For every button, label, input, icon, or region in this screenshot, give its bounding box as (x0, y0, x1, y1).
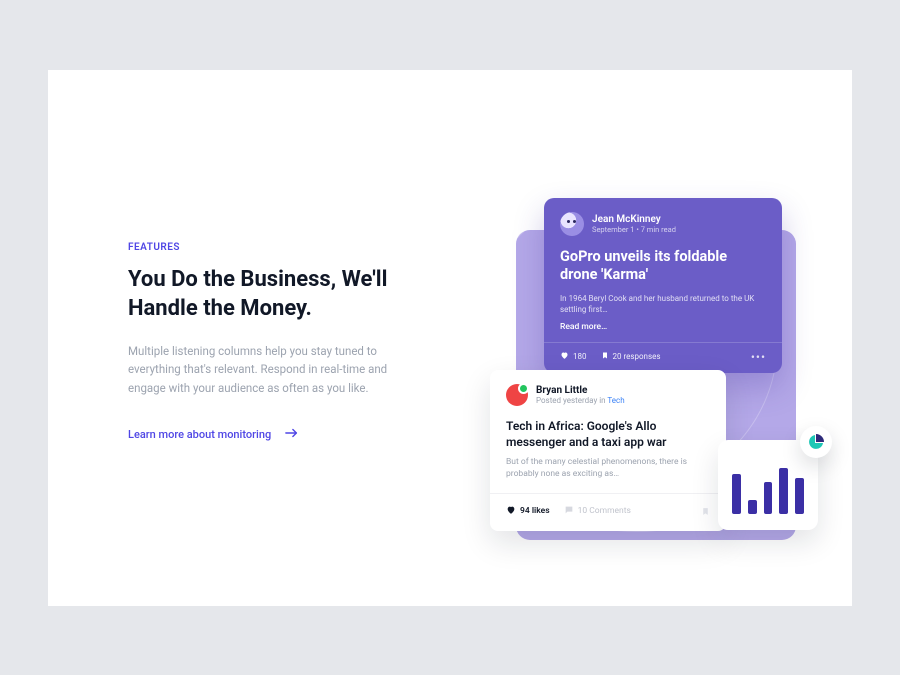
post-excerpt: In 1964 Beryl Cook and her husband retur… (560, 293, 766, 315)
post-stats: 180 20 responses (560, 351, 660, 362)
bookmark-icon[interactable] (701, 502, 710, 521)
arrow-right-icon (285, 428, 299, 441)
headline: You Do the Business, We'll Handle the Mo… (128, 265, 428, 324)
heart-icon (506, 505, 516, 518)
post-footer: 94 likes 10 Comments (506, 494, 710, 521)
eyebrow-label: FEATURES (128, 242, 428, 253)
body-copy: Multiple listening columns help you stay… (128, 342, 408, 397)
post-excerpt: But of the many celestial phenomenons, t… (506, 456, 710, 481)
post-title: Tech in Africa: Google's Allo messenger … (506, 418, 710, 450)
post-title: GoPro unveils its foldable drone 'Karma' (560, 248, 766, 286)
like-count: 180 (573, 352, 587, 361)
chart-bar (732, 474, 741, 514)
post-user: Bryan Little Posted yesterday in Tech (536, 385, 625, 405)
bar-chart-card (718, 440, 818, 530)
feature-section: FEATURES You Do the Business, We'll Hand… (48, 70, 852, 606)
comment-icon (564, 505, 574, 518)
chart-bar (748, 500, 757, 514)
more-icon[interactable]: ••• (751, 351, 766, 363)
bookmark-icon (601, 351, 609, 362)
post-header: Bryan Little Posted yesterday in Tech (506, 384, 710, 406)
post-card-primary[interactable]: Jean McKinney September 1 • 7 min read G… (544, 198, 782, 373)
post-header: Jean McKinney September 1 • 7 min read (560, 212, 766, 236)
post-meta: Posted yesterday in Tech (536, 396, 625, 405)
heart-icon (560, 351, 569, 362)
comments-count: 10 Comments (578, 506, 631, 516)
author-name: Bryan Little (536, 385, 625, 396)
like-count: 94 likes (520, 506, 550, 516)
pie-chart-icon (800, 426, 832, 458)
comments-stat[interactable]: 10 Comments (564, 505, 631, 518)
chart-bar (795, 478, 804, 514)
post-stats: 94 likes 10 Comments (506, 505, 631, 518)
avatar (506, 384, 528, 406)
feature-copy: FEATURES You Do the Business, We'll Hand… (128, 242, 428, 443)
responses-stat[interactable]: 20 responses (601, 351, 661, 362)
author-name: Jean McKinney (592, 214, 676, 225)
read-more-link[interactable]: Read more… (560, 322, 766, 332)
learn-more-link[interactable]: Learn more about monitoring (128, 428, 299, 441)
post-footer: 180 20 responses ••• (560, 343, 766, 363)
illustration-area: Jean McKinney September 1 • 7 min read G… (468, 180, 818, 580)
responses-count: 20 responses (613, 352, 661, 361)
like-stat[interactable]: 94 likes (506, 505, 550, 518)
post-user: Jean McKinney September 1 • 7 min read (592, 214, 676, 234)
post-meta: September 1 • 7 min read (592, 225, 676, 234)
avatar (560, 212, 584, 236)
category-link[interactable]: Tech (607, 396, 624, 405)
cta-label: Learn more about monitoring (128, 428, 271, 441)
chart-bar (764, 482, 773, 514)
post-card-secondary[interactable]: Bryan Little Posted yesterday in Tech Te… (490, 370, 726, 531)
like-stat[interactable]: 180 (560, 351, 587, 362)
chart-bar (779, 468, 788, 514)
meta-prefix: Posted yesterday in (536, 396, 607, 405)
